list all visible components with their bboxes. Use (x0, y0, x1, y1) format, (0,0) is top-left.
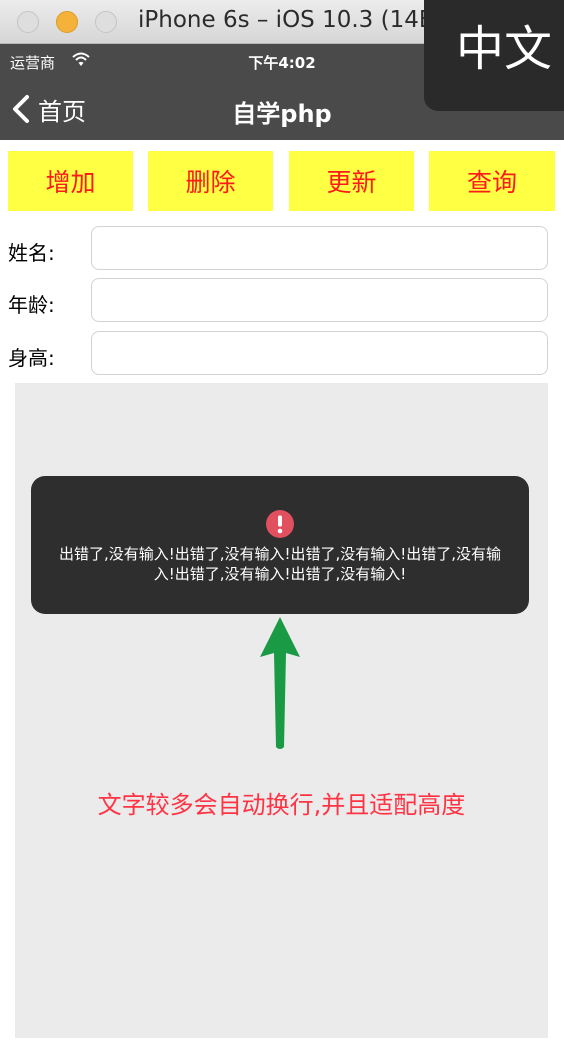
name-field[interactable] (91, 226, 548, 270)
arrow-up-icon (260, 617, 300, 749)
alert-icon (266, 510, 294, 538)
language-overlay-text: 中文 (455, 20, 552, 77)
add-button[interactable]: 增加 (8, 151, 133, 211)
height-row: 身高: (0, 331, 564, 377)
content-area: 出错了,没有输入!出错了,没有输入!出错了,没有输入!出错了,没有输入!出错了,… (15, 383, 548, 1038)
height-field[interactable] (91, 331, 548, 375)
age-label: 年龄: (8, 293, 55, 317)
update-button[interactable]: 更新 (289, 151, 414, 211)
name-row: 姓名: (0, 226, 564, 272)
action-toolbar: 增加 删除 更新 查询 (8, 151, 556, 211)
age-field[interactable] (91, 278, 548, 322)
annotation-text: 文字较多会自动换行,并且适配高度 (97, 791, 466, 819)
language-overlay: 中文 (424, 0, 564, 111)
name-label: 姓名: (8, 241, 55, 265)
toast-message: 出错了,没有输入!出错了,没有输入!出错了,没有输入!出错了,没有输入!出错了,… (58, 545, 502, 583)
delete-button[interactable]: 删除 (148, 151, 273, 211)
error-toast: 出错了,没有输入!出错了,没有输入!出错了,没有输入!出错了,没有输入!出错了,… (31, 476, 529, 614)
window-close-button[interactable] (17, 11, 39, 33)
window-minimize-button[interactable] (56, 11, 78, 33)
age-row: 年龄: (0, 278, 564, 324)
height-label: 身高: (8, 346, 55, 370)
window-zoom-button[interactable] (95, 11, 117, 33)
query-button[interactable]: 查询 (429, 151, 555, 211)
